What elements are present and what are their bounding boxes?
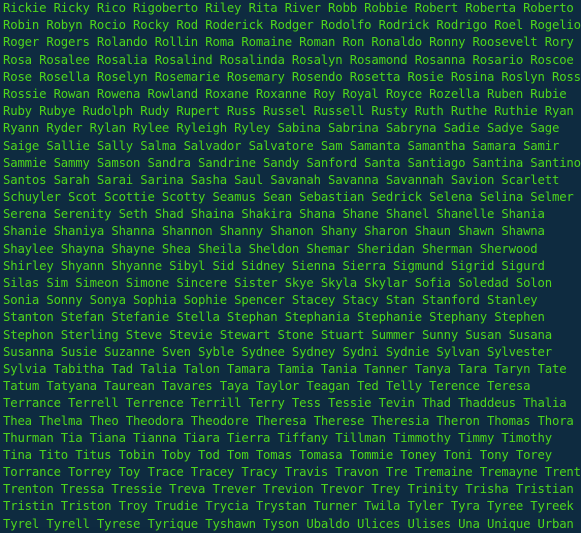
terminal-line: Rossie Rowan Rowena Rowland Roxane Roxan… — [3, 86, 567, 101]
terminal-output[interactable]: Rickie Ricky Rico Rigoberto Riley Rita R… — [0, 0, 581, 531]
terminal-line: Saige Sallie Sally Salma Salvador Salvat… — [3, 138, 560, 153]
terminal-line: Thurman Tia Tiana Tianna Tiara Tierra Ti… — [3, 430, 552, 445]
terminal-line: Torrance Torrey Toy Trace Tracey Tracy T… — [3, 465, 581, 480]
terminal-line: Shaylee Shayna Shayne Shea Sheila Sheldo… — [3, 241, 538, 256]
terminal-line: Robin Robyn Rocio Rocky Rod Roderick Rod… — [3, 18, 581, 33]
terminal-line: Rosa Rosalee Rosalia Rosalind Rosalinda … — [3, 52, 574, 67]
terminal-line: Stephon Sterling Steve Stevie Stewart St… — [3, 327, 552, 342]
terminal-line: Ruby Rubye Rudolph Rudy Rupert Russ Russ… — [3, 104, 574, 119]
terminal-line: Tina Tito Titus Tobin Toby Tod Tom Tomas… — [3, 447, 552, 462]
terminal-line: Rickie Ricky Rico Rigoberto Riley Rita R… — [3, 1, 574, 15]
terminal-line: Shirley Shyann Shyanne Sibyl Sid Sidney … — [3, 258, 545, 273]
terminal-line: Roger Rogers Rolando Rollin Roma Romaine… — [3, 35, 574, 50]
terminal-line: Santos Sarah Sarai Sarina Sasha Saul Sav… — [3, 172, 560, 187]
terminal-line: Serena Serenity Seth Shad Shaina Shakira… — [3, 207, 545, 222]
terminal-line: Silas Sim Simeon Simone Sincere Sister S… — [3, 276, 552, 290]
terminal-line: Sonia Sonny Sonya Sophia Sophie Spencer … — [3, 293, 538, 308]
terminal-line: Schuyler Scot Scottie Scotty Seamus Sean… — [3, 190, 574, 205]
terminal-line: Stanton Stefan Stefanie Stella Stephan S… — [3, 310, 545, 325]
terminal-line: Sammie Sammy Samson Sandra Sandrine Sand… — [3, 155, 581, 170]
terminal-line: Susanna Susie Suzanne Sven Syble Sydnee … — [3, 344, 552, 359]
terminal-line: Tristin Triston Troy Trudie Trycia Tryst… — [3, 499, 574, 514]
terminal-line: Trenton Tressa Tressie Treva Trever Trev… — [3, 482, 574, 497]
terminal-line: Terrance Terrell Terrence Terrill Terry … — [3, 396, 567, 411]
terminal-line: Rose Rosella Roselyn Rosemarie Rosemary … — [3, 69, 581, 84]
terminal-line: Thea Thelma Theo Theodora Theodore There… — [3, 413, 574, 428]
terminal-line: Tyrel Tyrell Tyrese Tyrique Tyshawn Tyso… — [3, 516, 574, 531]
terminal-line: Ryann Ryder Rylan Rylee Ryleigh Ryley Sa… — [3, 121, 560, 136]
terminal-line: Shanie Shaniya Shanna Shannon Shanny Sha… — [3, 224, 545, 239]
terminal-line: Tatum Tatyana Taurean Tavares Taya Taylo… — [3, 379, 531, 394]
terminal-line: Sylvia Tabitha Tad Talia Talon Tamara Ta… — [3, 361, 567, 376]
